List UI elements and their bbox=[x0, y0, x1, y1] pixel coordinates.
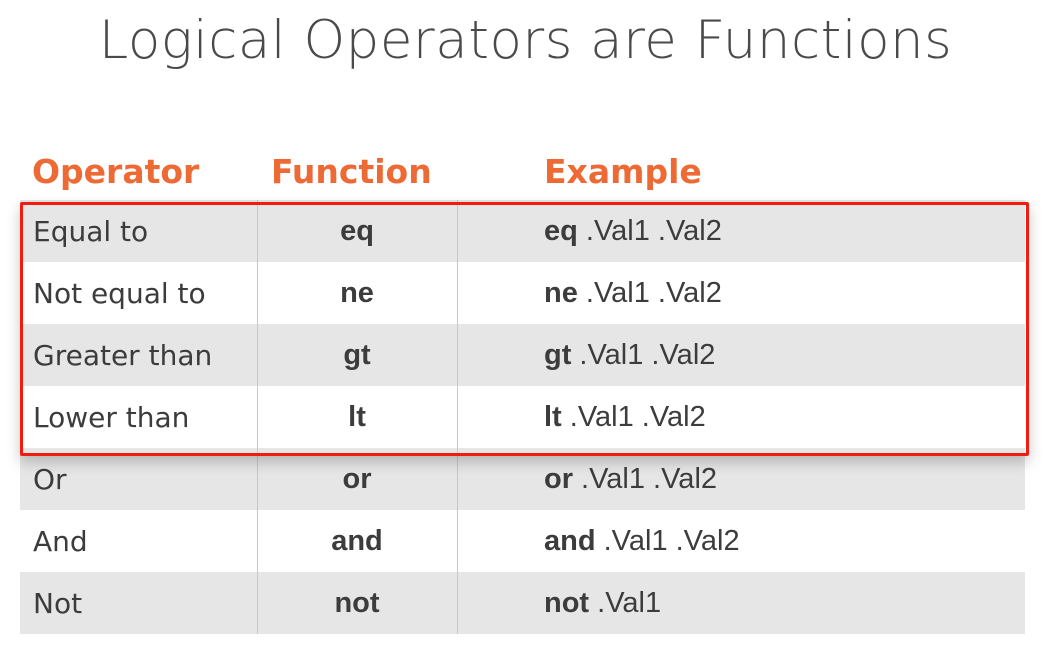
operator-cell: Or bbox=[33, 462, 67, 496]
function-cell: and bbox=[331, 524, 383, 557]
table-row: Greater than gt gt .Val1 .Val2 bbox=[20, 324, 1025, 386]
example-function: eq bbox=[544, 214, 578, 247]
slide-title: Logical Operators are Functions bbox=[98, 10, 953, 71]
table-row: Not equal to ne ne .Val1 .Val2 bbox=[20, 262, 1025, 324]
example-cell: and .Val1 .Val2 bbox=[457, 525, 740, 558]
table-row: Not not not .Val1 bbox=[20, 572, 1025, 634]
operator-cell: Not equal to bbox=[33, 276, 206, 310]
function-cell: ne bbox=[340, 276, 374, 309]
operators-table: Equal to eq eq .Val1 .Val2 Not equal to … bbox=[20, 200, 1025, 634]
example-function: ne bbox=[544, 276, 578, 309]
header-operator: Operator bbox=[32, 152, 200, 191]
operator-cell: Lower than bbox=[33, 400, 190, 434]
function-cell: not bbox=[334, 586, 380, 619]
example-function: or bbox=[544, 462, 573, 495]
example-args: .Val1 .Val2 bbox=[577, 214, 722, 247]
example-args: .Val1 bbox=[589, 586, 662, 619]
function-cell: gt bbox=[343, 338, 371, 371]
header-example: Example bbox=[544, 152, 702, 191]
example-function: not bbox=[544, 586, 590, 619]
function-cell: lt bbox=[348, 400, 366, 433]
operator-cell: And bbox=[33, 524, 88, 558]
column-divider bbox=[457, 200, 458, 634]
example-args: .Val1 .Val2 bbox=[573, 462, 718, 495]
header-function: Function bbox=[271, 152, 432, 191]
operator-cell: Not bbox=[33, 586, 83, 620]
column-divider bbox=[257, 200, 258, 634]
example-cell: gt .Val1 .Val2 bbox=[457, 339, 715, 372]
example-function: gt bbox=[544, 338, 572, 371]
table-row: Lower than lt lt .Val1 .Val2 bbox=[20, 386, 1025, 448]
example-args: .Val1 .Val2 bbox=[561, 400, 706, 433]
example-cell: lt .Val1 .Val2 bbox=[457, 401, 706, 434]
table-row: And and and .Val1 .Val2 bbox=[20, 510, 1025, 572]
example-args: .Val1 .Val2 bbox=[571, 338, 716, 371]
operator-cell: Equal to bbox=[33, 214, 149, 248]
table-row: Equal to eq eq .Val1 .Val2 bbox=[20, 200, 1025, 262]
example-cell: or .Val1 .Val2 bbox=[457, 463, 717, 496]
example-cell: ne .Val1 .Val2 bbox=[457, 277, 722, 310]
example-function: lt bbox=[544, 400, 562, 433]
operator-cell: Greater than bbox=[33, 338, 213, 372]
example-cell: eq .Val1 .Val2 bbox=[457, 215, 722, 248]
example-args: .Val1 .Val2 bbox=[577, 276, 722, 309]
table-row: Or or or .Val1 .Val2 bbox=[20, 448, 1025, 510]
function-cell: eq bbox=[340, 214, 374, 247]
function-cell: or bbox=[342, 462, 372, 495]
example-function: and bbox=[544, 524, 596, 557]
example-args: .Val1 .Val2 bbox=[595, 524, 740, 557]
example-cell: not .Val1 bbox=[457, 587, 661, 620]
